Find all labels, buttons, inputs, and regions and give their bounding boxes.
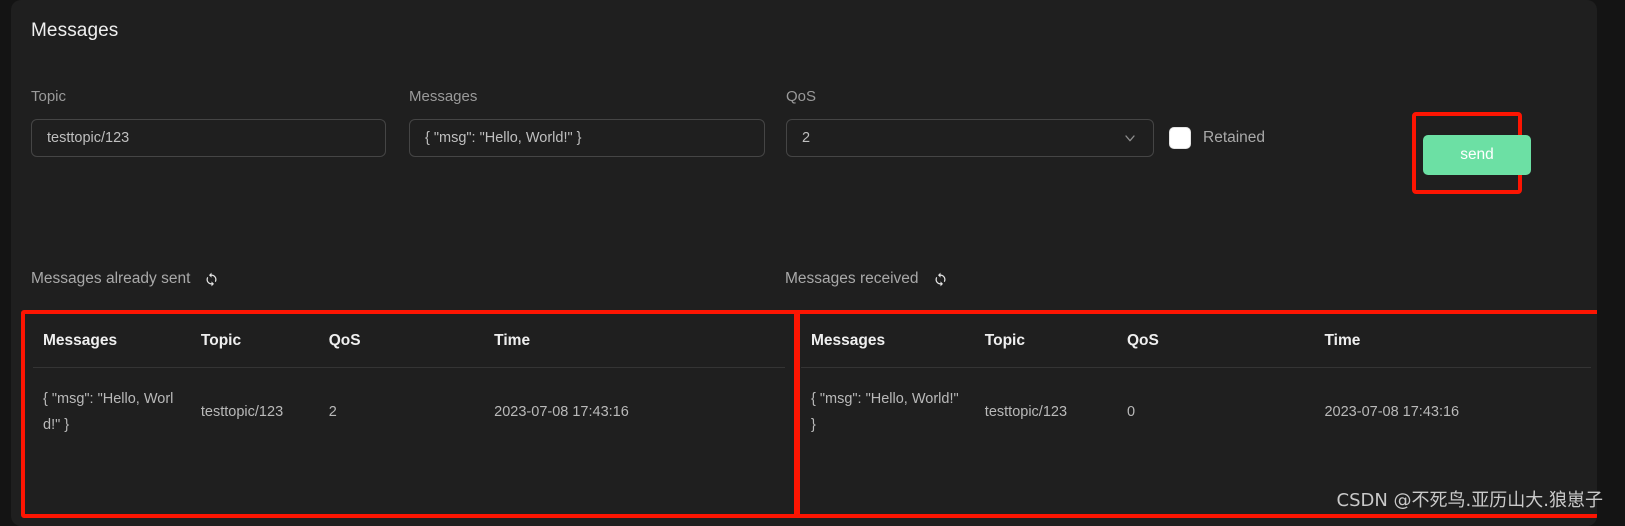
column-header-messages: Messages	[33, 316, 191, 368]
column-header-time: Time	[484, 316, 785, 368]
received-messages-table: Messages Topic QoS Time { "msg": "Hello,…	[801, 316, 1591, 456]
topic-input[interactable]: testtopic/123	[31, 119, 386, 157]
column-header-qos: QoS	[1116, 316, 1315, 368]
cell-messages: { "msg": "Hello, World!" }	[811, 391, 959, 433]
publish-form: Topic testtopic/123 Messages { "msg": "H…	[11, 88, 1597, 198]
retained-checkbox[interactable]	[1169, 127, 1191, 149]
table-header-row: Messages Topic QoS Time	[801, 316, 1591, 368]
page-root: Messages Topic testtopic/123 Messages { …	[0, 0, 1625, 526]
cell-time: 2023-07-08 17:43:16	[1324, 404, 1460, 420]
messages-label: Messages	[409, 88, 478, 105]
table-row: { "msg": "Hello, World!" } testtopic/123…	[33, 368, 785, 457]
topic-label: Topic	[31, 88, 67, 105]
chevron-down-icon	[1122, 130, 1138, 146]
column-header-qos: QoS	[318, 316, 485, 368]
column-header-messages: Messages	[801, 316, 975, 368]
cell-qos: 0	[1126, 404, 1136, 420]
qos-selected-value: 2	[802, 130, 811, 146]
cell-messages: { "msg": "Hello, World!" }	[43, 391, 174, 433]
refresh-icon[interactable]	[933, 272, 948, 287]
cell-time: 2023-07-08 17:43:16	[494, 404, 629, 420]
cell-topic: testtopic/123	[984, 404, 1068, 420]
cell-qos: 2	[328, 404, 337, 420]
sent-panel-header: Messages already sent	[31, 270, 219, 288]
sent-messages-table: Messages Topic QoS Time { "msg": "Hello,…	[33, 316, 785, 456]
retained-label: Retained	[1203, 129, 1266, 146]
watermark: CSDN @不死鸟.亚历山大.狼崽子	[1336, 490, 1603, 511]
sent-panel-title: Messages already sent	[31, 270, 191, 287]
page-title: Messages	[31, 20, 119, 41]
messages-field-group: Messages { "msg": "Hello, World!" }	[409, 88, 765, 157]
column-header-topic: Topic	[974, 316, 1117, 368]
cell-topic: testtopic/123	[200, 404, 284, 420]
received-panel-title: Messages received	[785, 270, 919, 287]
refresh-icon[interactable]	[204, 272, 219, 287]
column-header-topic: Topic	[190, 316, 319, 368]
column-header-time: Time	[1314, 316, 1591, 368]
messages-input[interactable]: { "msg": "Hello, World!" }	[409, 119, 765, 157]
table-header-row: Messages Topic QoS Time	[33, 316, 785, 368]
received-panel-header: Messages received	[785, 270, 948, 288]
messages-card: Messages Topic testtopic/123 Messages { …	[11, 0, 1597, 526]
table-row: { "msg": "Hello, World!" } testtopic/123…	[801, 368, 1591, 457]
topic-field-group: Topic testtopic/123	[31, 88, 386, 157]
send-button[interactable]: send	[1423, 135, 1531, 175]
qos-label: QoS	[786, 88, 817, 105]
retained-group[interactable]: Retained	[1169, 119, 1265, 157]
qos-field-group: QoS 2	[786, 88, 1154, 157]
qos-select[interactable]: 2	[786, 119, 1154, 157]
